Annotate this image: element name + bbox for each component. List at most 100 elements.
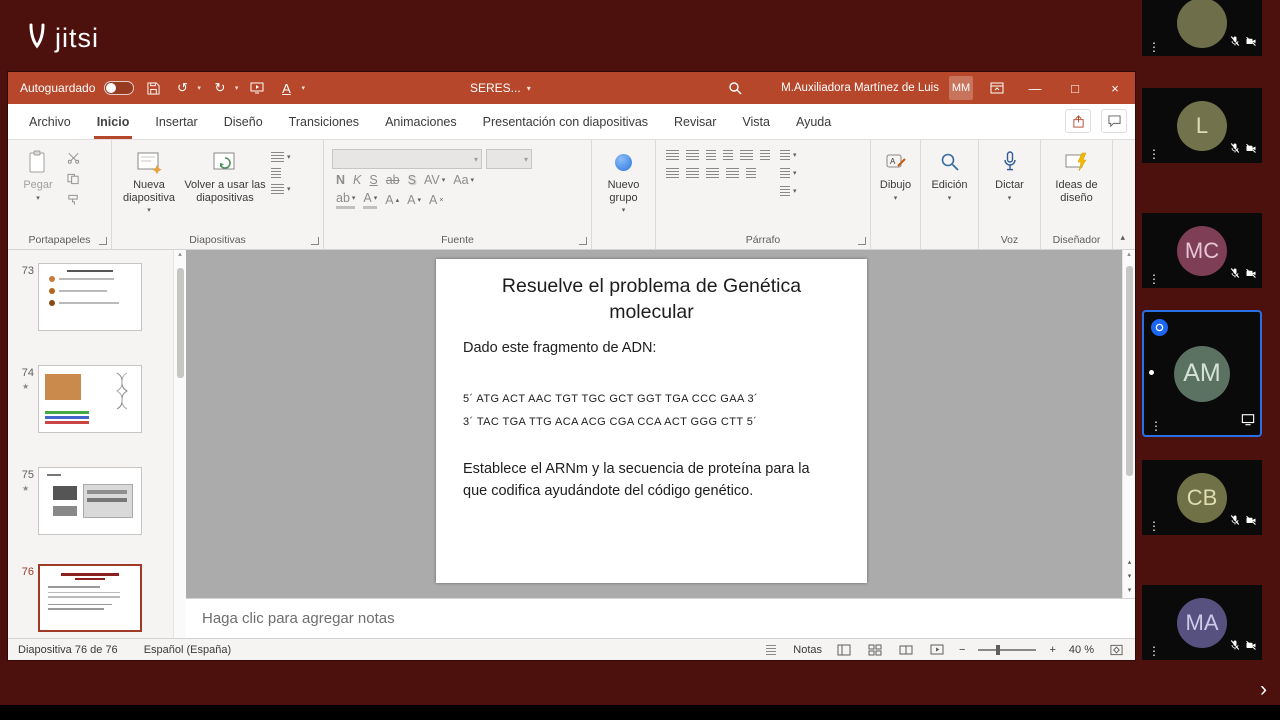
font-color-button[interactable]: A ▾: [363, 191, 377, 209]
zoom-slider[interactable]: [978, 644, 1037, 655]
paragraph-dialog-launcher[interactable]: [858, 237, 866, 245]
account-name[interactable]: M.Auxiliadora Martínez de Luis: [781, 82, 939, 94]
participant-tile[interactable]: MA ⋮: [1142, 585, 1262, 660]
slide-layout-button[interactable]: ▾: [271, 152, 291, 162]
ribbon-display-options-icon[interactable]: [987, 75, 1007, 101]
participant-tile-active[interactable]: AM ⋮: [1142, 310, 1262, 437]
slide-thumbnail-74[interactable]: [38, 365, 142, 433]
zoom-slider-knob[interactable]: [996, 644, 1001, 655]
tab-insertar[interactable]: Insertar: [142, 104, 210, 139]
participant-tile[interactable]: CB ⋮: [1142, 460, 1262, 535]
slide-title[interactable]: Resuelve el problema de Genética molecul…: [480, 273, 823, 326]
tab-ayuda[interactable]: Ayuda: [783, 104, 844, 139]
shrink-font-button[interactable]: A ▾: [407, 193, 421, 207]
zoom-level[interactable]: 40 %: [1069, 644, 1094, 656]
line-spacing-icon[interactable]: [740, 150, 753, 160]
canvas-scrollbar[interactable]: ▴ ▴ ▾ ▾: [1122, 250, 1135, 598]
slide-sorter-view-button[interactable]: [866, 643, 884, 657]
save-icon[interactable]: [143, 75, 163, 101]
start-presentation-icon[interactable]: [247, 75, 267, 101]
increase-indent-icon[interactable]: [723, 150, 733, 160]
tab-revisar[interactable]: Revisar: [661, 104, 729, 139]
dictate-button[interactable]: Dictar ▾: [983, 144, 1036, 203]
slide-intro-text[interactable]: Dado este fragmento de ADN:: [463, 340, 656, 356]
scrollbar-thumb[interactable]: [1126, 266, 1133, 476]
notes-toggle-label[interactable]: Notas: [793, 644, 822, 656]
tab-animaciones[interactable]: Animaciones: [372, 104, 470, 139]
participant-tile[interactable]: MC ⋮: [1142, 213, 1262, 288]
slide-thumbnail-75[interactable]: [38, 467, 142, 535]
zoom-out-button[interactable]: −: [959, 644, 965, 656]
scroll-down-icon[interactable]: ▾: [1123, 586, 1136, 594]
minimize-button[interactable]: —: [1015, 72, 1055, 104]
draw-button[interactable]: A Dibujo ▾: [875, 144, 916, 203]
columns-icon[interactable]: [746, 168, 756, 178]
dna-sequence-2[interactable]: 3´ TAC TGA TTG ACA ACG CGA CCA ACT GGG C…: [463, 416, 757, 428]
align-center-icon[interactable]: [686, 168, 699, 178]
tab-vista[interactable]: Vista: [729, 104, 783, 139]
align-right-icon[interactable]: [706, 168, 719, 178]
normal-view-button[interactable]: [835, 643, 853, 657]
participant-menu-button[interactable]: ⋮: [1148, 645, 1160, 657]
close-button[interactable]: ×: [1095, 72, 1135, 104]
notes-pane[interactable]: Haga clic para agregar notas: [186, 598, 1135, 638]
clear-formatting-button[interactable]: A ×: [429, 193, 443, 207]
slide-thumbnail-76-selected[interactable]: [38, 564, 142, 632]
highlight-color-button[interactable]: ab ▾: [336, 191, 356, 209]
document-title[interactable]: SERES... ▾: [470, 72, 531, 104]
text-shadow-button[interactable]: S: [408, 173, 416, 187]
grow-font-button[interactable]: A ▴: [385, 193, 399, 207]
tab-inicio[interactable]: Inicio: [84, 104, 143, 139]
participant-tile[interactable]: ⋮: [1142, 0, 1262, 56]
redo-button[interactable]: ↻: [210, 75, 230, 101]
new-slide-button[interactable]: Nueva diapositiva ▾: [116, 144, 182, 215]
font-name-combobox[interactable]: ▾: [332, 149, 482, 169]
thumbnail-scrollbar[interactable]: ▴: [173, 250, 186, 638]
character-spacing-button[interactable]: AV ▾: [424, 173, 445, 187]
expand-panel-chevron-icon[interactable]: ›: [1260, 678, 1267, 702]
notes-toggle-icon[interactable]: [762, 643, 780, 657]
next-slide-button[interactable]: ▾: [1123, 572, 1136, 580]
slideshow-view-button[interactable]: [928, 643, 946, 657]
italic-button[interactable]: K: [353, 173, 361, 187]
font-size-combobox[interactable]: ▾: [486, 149, 532, 169]
tab-archivo[interactable]: Archivo: [16, 104, 84, 139]
participant-menu-button[interactable]: ⋮: [1148, 41, 1160, 53]
bullets-icon[interactable]: [666, 150, 679, 160]
reading-view-button[interactable]: [897, 643, 915, 657]
underline-button[interactable]: S: [369, 173, 377, 187]
section-button[interactable]: ▾: [271, 184, 291, 194]
font-dialog-launcher[interactable]: [579, 237, 587, 245]
tab-diseno[interactable]: Diseño: [211, 104, 276, 139]
scrollbar-thumb[interactable]: [177, 268, 184, 378]
dna-sequence-1[interactable]: 5´ ATG ACT AAC TGT TGC GCT GGT TGA CCC G…: [463, 393, 758, 405]
participant-tile[interactable]: L ⋮: [1142, 88, 1262, 163]
zoom-in-button[interactable]: +: [1049, 644, 1055, 656]
slide-thumbnail-73[interactable]: [38, 263, 142, 331]
cut-icon[interactable]: [67, 152, 80, 167]
tab-transiciones[interactable]: Transiciones: [276, 104, 372, 139]
design-ideas-button[interactable]: Ideas de diseño: [1045, 144, 1108, 204]
convert-smartart-button[interactable]: ▾: [780, 168, 797, 178]
collapse-ribbon-button[interactable]: ▴: [1120, 232, 1125, 243]
new-group-button[interactable]: Nuevo grupo ▾: [596, 144, 651, 215]
participant-menu-button[interactable]: ⋮: [1148, 148, 1160, 160]
quick-access-caret-icon[interactable]: ▾: [301, 84, 305, 92]
change-case-button[interactable]: Aa ▾: [453, 173, 474, 187]
align-text-button[interactable]: ▾: [780, 150, 797, 160]
justify-icon[interactable]: [726, 168, 739, 178]
undo-button[interactable]: ↺: [172, 75, 192, 101]
bold-button[interactable]: N: [336, 173, 345, 187]
previous-slide-button[interactable]: ▴: [1123, 558, 1136, 566]
strikethrough-button[interactable]: ab: [386, 173, 400, 187]
clipboard-dialog-launcher[interactable]: [99, 237, 107, 245]
undo-caret-icon[interactable]: ▾: [197, 84, 201, 92]
text-options-button[interactable]: ▾: [780, 186, 797, 196]
autosave-toggle[interactable]: [104, 81, 135, 95]
fit-slide-button[interactable]: [1107, 643, 1125, 657]
format-painter-icon[interactable]: [67, 194, 80, 209]
slides-dialog-launcher[interactable]: [311, 237, 319, 245]
underline-quick-icon[interactable]: A: [276, 75, 296, 101]
slide-body-text[interactable]: Establece el ARNm y la secuencia de prot…: [463, 458, 831, 503]
search-icon[interactable]: [725, 75, 745, 101]
